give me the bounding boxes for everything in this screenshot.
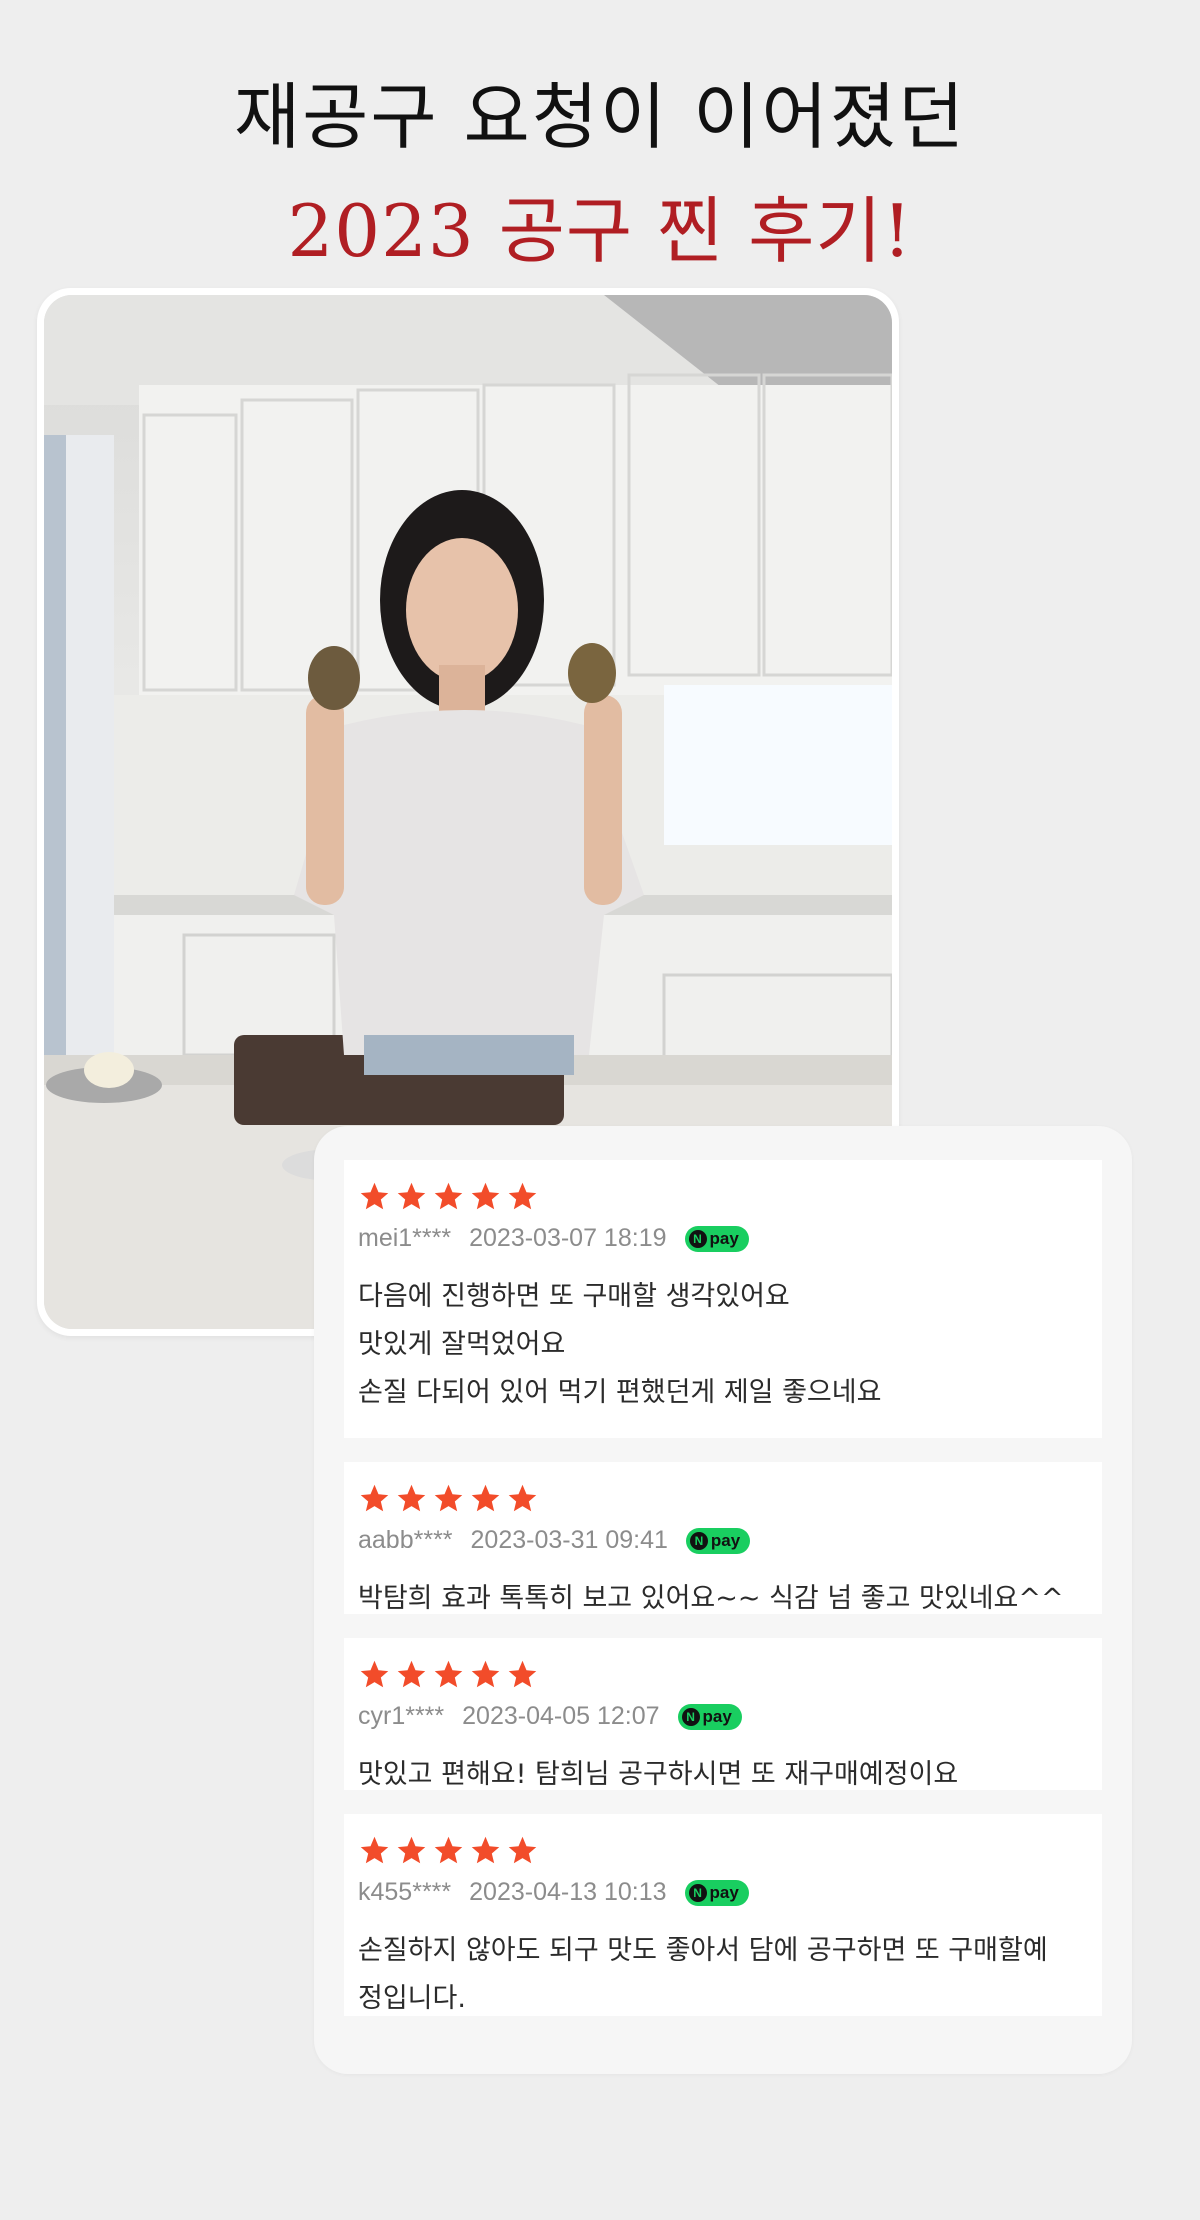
star-icon [397,1836,426,1864]
star-icon [508,1660,537,1688]
review-card: cyr1**** 2023-04-05 12:07 Npay 맛있고 편해요! … [344,1638,1102,1790]
star-icon [508,1484,537,1512]
star-icon [434,1660,463,1688]
review-date: 2023-04-13 10:13 [469,1878,667,1906]
npay-label: pay [710,1530,741,1550]
review-meta: k455**** 2023-04-13 10:13 Npay [358,1878,1082,1907]
npay-badge: Npay [677,1703,742,1730]
review-text: 다음에 진행하면 또 구매할 생각있어요 맛있게 잘먹었어요 손질 다되어 있어… [358,1281,882,1408]
review-date: 2023-03-31 09:41 [470,1526,668,1554]
star-icon [471,1660,500,1688]
star-icon [360,1182,389,1210]
npay-badge: Npay [685,1527,751,1554]
star-icon [471,1836,500,1864]
star-rating [358,1834,1082,1868]
review-date: 2023-04-05 12:07 [462,1702,660,1730]
star-icon [360,1484,389,1512]
star-icon [471,1484,500,1512]
review-user: aabb**** [358,1526,453,1554]
star-rating [358,1180,1082,1214]
review-user: cyr1**** [358,1702,445,1730]
review-text: 맛있고 편해요! 탐희님 공구하시면 또 재구매예정이요 [358,1759,959,1790]
star-rating [358,1482,1082,1516]
star-icon [397,1484,426,1512]
review-meta: mei1**** 2023-03-07 18:19 Npay [358,1224,1082,1253]
star-icon [434,1182,463,1210]
review-user: k455**** [358,1878,452,1906]
star-icon [397,1660,426,1688]
star-icon [508,1182,537,1210]
npay-n-icon: N [681,1707,700,1726]
headline-line2: 2023 공구 찐 후기! [287,189,913,273]
npay-n-icon: N [688,1883,707,1902]
review-text: 손질하지 않아도 되구 맛도 좋아서 담에 공구하면 또 구매할예 정입니다. [358,1935,1048,2014]
npay-label: pay [709,1228,739,1248]
review-date: 2023-03-07 18:19 [469,1224,667,1252]
npay-badge: Npay [684,1879,749,1906]
star-icon [360,1836,389,1864]
review-card: k455**** 2023-04-13 10:13 Npay 손질하지 않아도 … [344,1814,1102,2016]
star-icon [434,1484,463,1512]
star-icon [471,1182,500,1210]
review-user: mei1**** [358,1224,452,1252]
star-icon [397,1182,426,1210]
review-meta: cyr1**** 2023-04-05 12:07 Npay [358,1702,1082,1731]
npay-label: pay [709,1882,739,1902]
review-card: mei1**** 2023-03-07 18:19 Npay 다음에 진행하면 … [344,1160,1102,1438]
npay-badge: Npay [684,1225,749,1252]
headline-line1: 재공구 요청이 이어졌던 [233,75,967,159]
review-text: 박탐희 효과 톡톡히 보고 있어요~~ 식감 넘 좋고 맛있네요^^ [358,1583,1064,1614]
star-icon [508,1836,537,1864]
star-icon [360,1660,389,1688]
star-rating [358,1658,1082,1692]
review-panel: mei1**** 2023-03-07 18:19 Npay 다음에 진행하면 … [314,1126,1132,2074]
star-icon [434,1836,463,1864]
npay-label: pay [702,1706,732,1726]
npay-n-icon: N [689,1531,708,1550]
review-meta: aabb**** 2023-03-31 09:41 Npay [358,1526,1082,1555]
npay-n-icon: N [688,1229,707,1248]
review-card: aabb**** 2023-03-31 09:41 Npay 박탐희 효과 톡톡… [344,1462,1102,1614]
